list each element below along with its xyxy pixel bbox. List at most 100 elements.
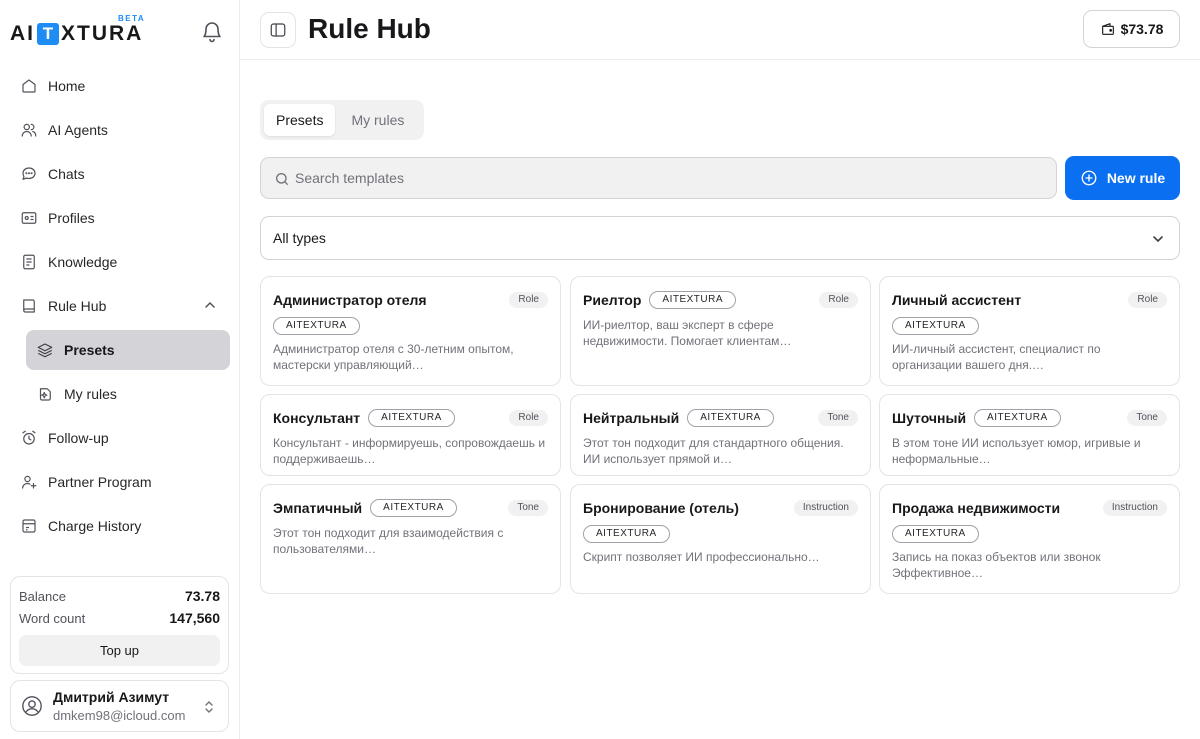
card-title: Риелтор <box>583 292 642 308</box>
brand-tag: AITEXTURA <box>368 409 455 427</box>
search-input[interactable] <box>295 158 1035 198</box>
id-card-icon <box>21 212 37 224</box>
sidebar-item-label: Home <box>48 78 86 94</box>
sidebar-item-label: Knowledge <box>48 254 118 270</box>
receipt-icon <box>22 519 36 533</box>
word-count-value: 147,560 <box>169 610 220 626</box>
sidebar-item-presets[interactable]: Presets <box>26 330 230 370</box>
logo-row: AI T XTURA BETA <box>10 14 226 50</box>
sidebar: AI T XTURA BETA Home AI Agents Chats Pro… <box>0 0 240 739</box>
card-header: Продажа недвижимости Instruction <box>892 497 1167 519</box>
user-avatar-icon <box>22 696 42 716</box>
sidebar-item-label: Presets <box>64 342 115 358</box>
sidebar-item-label: Chats <box>48 166 85 182</box>
wallet-icon <box>1101 23 1114 35</box>
card-title: Эмпатичный <box>273 500 363 516</box>
card-description: Этот тон подходит для стандартного общен… <box>583 436 844 466</box>
sidebar-item-label: Charge History <box>48 518 142 534</box>
sidebar-nav: Home AI Agents Chats Profiles Knowledge … <box>10 66 230 550</box>
sidebar-toggle-button[interactable] <box>260 12 296 48</box>
sidebar-item-knowledge[interactable]: Knowledge <box>10 242 230 282</box>
user-menu[interactable]: Дмитрий Азимут dmkem98@icloud.com <box>10 680 229 732</box>
book-icon <box>23 299 35 313</box>
tab-bar: Presets My rules <box>260 100 425 140</box>
wallet-balance-button[interactable]: $73.78 <box>1083 10 1180 48</box>
sidebar-item-charge-history[interactable]: Charge History <box>10 506 230 546</box>
preset-card[interactable]: Риелтор AITEXTURA Role ИИ-риелтор, ваш э… <box>570 276 871 386</box>
preset-card[interactable]: Продажа недвижимости Instruction AITEXTU… <box>879 484 1180 594</box>
preset-card[interactable]: Эмпатичный AITEXTURA Tone Этот тон подхо… <box>260 484 561 594</box>
plus-circle-icon <box>1081 170 1097 186</box>
balance-label: Balance <box>19 588 66 604</box>
logo-t-box: T <box>37 23 59 45</box>
preset-card[interactable]: Администратор отеля Role AITEXTURA Админ… <box>260 276 561 386</box>
brand-tag: AITEXTURA <box>892 525 979 543</box>
card-title: Консультант <box>273 410 361 426</box>
brand-tag: AITEXTURA <box>370 499 457 517</box>
logo[interactable]: AI T XTURA <box>10 22 143 46</box>
home-icon <box>22 79 36 93</box>
preset-card[interactable]: Нейтральный AITEXTURA Tone Этот тон подх… <box>570 394 871 476</box>
sidebar-item-partner-program[interactable]: Partner Program <box>10 462 230 502</box>
sidebar-item-follow-up[interactable]: Follow-up <box>10 418 230 458</box>
sidebar-item-rule-hub[interactable]: Rule Hub <box>10 286 230 326</box>
search-icon <box>276 173 288 185</box>
card-header: Нейтральный AITEXTURA Tone <box>583 407 858 429</box>
balance-value: 73.78 <box>184 588 220 604</box>
bell-icon[interactable] <box>200 20 224 44</box>
preset-card[interactable]: Личный ассистент Role AITEXTURA ИИ-личны… <box>879 276 1180 386</box>
type-badge: Instruction <box>1102 500 1167 516</box>
preset-card[interactable]: Консультант AITEXTURA Role Консультант -… <box>260 394 561 476</box>
balance-row: Balance 73.78 <box>19 585 220 607</box>
brand-tag: AITEXTURA <box>687 409 774 427</box>
word-count-row: Word count 147,560 <box>19 607 220 629</box>
beta-badge: BETA <box>118 14 146 23</box>
chevron-down-icon <box>1153 236 1163 243</box>
card-title: Шуточный <box>892 410 967 426</box>
chevron-up-down-icon <box>205 701 213 713</box>
sidebar-item-ai-agents[interactable]: AI Agents <box>10 110 230 150</box>
user-name: Дмитрий Азимут <box>53 689 170 705</box>
card-description: Консультант - информируешь, сопровождаеш… <box>273 436 546 466</box>
card-title: Администратор отеля <box>273 292 427 308</box>
card-title: Продажа недвижимости <box>892 500 1061 516</box>
card-description: Запись на показ объектов или звонок Эффе… <box>892 550 1101 580</box>
card-description: В этом тоне ИИ использует юмор, игривые … <box>892 436 1141 466</box>
preset-card[interactable]: Бронирование (отель) Instruction AITEXTU… <box>570 484 871 594</box>
type-badge: Tone <box>1127 410 1167 426</box>
user-email: dmkem98@icloud.com <box>53 708 186 723</box>
tab-my-rules[interactable]: My rules <box>335 104 420 136</box>
chat-bubble-icon <box>22 167 36 180</box>
card-title: Личный ассистент <box>892 292 1022 308</box>
page-header: Rule Hub $73.78 <box>240 0 1200 60</box>
users-icon <box>21 123 37 137</box>
top-up-button[interactable]: Top up <box>19 635 220 666</box>
sidebar-item-my-rules[interactable]: My rules <box>10 374 230 414</box>
type-filter-value: All types <box>273 230 326 246</box>
type-badge: Tone <box>508 500 548 516</box>
card-description: ИИ-личный ассистент, специалист по орган… <box>892 342 1101 372</box>
sidebar-item-home[interactable]: Home <box>10 66 230 106</box>
type-filter-select[interactable]: All types <box>260 216 1180 260</box>
preset-card[interactable]: Шуточный AITEXTURA Tone В этом тоне ИИ и… <box>879 394 1180 476</box>
card-header: Личный ассистент Role <box>892 289 1167 311</box>
tab-presets[interactable]: Presets <box>264 104 336 136</box>
card-description: Администратор отеля с 30-летним опытом, … <box>273 342 514 372</box>
document-icon <box>23 254 35 270</box>
sidebar-item-label: Follow-up <box>48 430 109 446</box>
type-badge: Role <box>509 410 548 426</box>
card-header: Шуточный AITEXTURA Tone <box>892 407 1167 429</box>
chevron-up-icon[interactable] <box>202 297 218 313</box>
layers-icon <box>37 343 53 358</box>
wallet-amount: $73.78 <box>1120 21 1164 37</box>
sidebar-item-label: AI Agents <box>48 122 108 138</box>
sidebar-item-profiles[interactable]: Profiles <box>10 198 230 238</box>
new-rule-button[interactable]: New rule <box>1065 156 1180 200</box>
card-header: Консультант AITEXTURA Role <box>273 407 548 429</box>
sidebar-item-chats[interactable]: Chats <box>10 154 230 194</box>
card-title: Нейтральный <box>583 410 680 426</box>
card-description: ИИ-риелтор, ваш эксперт в сфере недвижим… <box>583 318 792 348</box>
page-title: Rule Hub <box>308 13 431 44</box>
type-badge: Role <box>509 292 548 308</box>
brand-tag: AITEXTURA <box>974 409 1061 427</box>
